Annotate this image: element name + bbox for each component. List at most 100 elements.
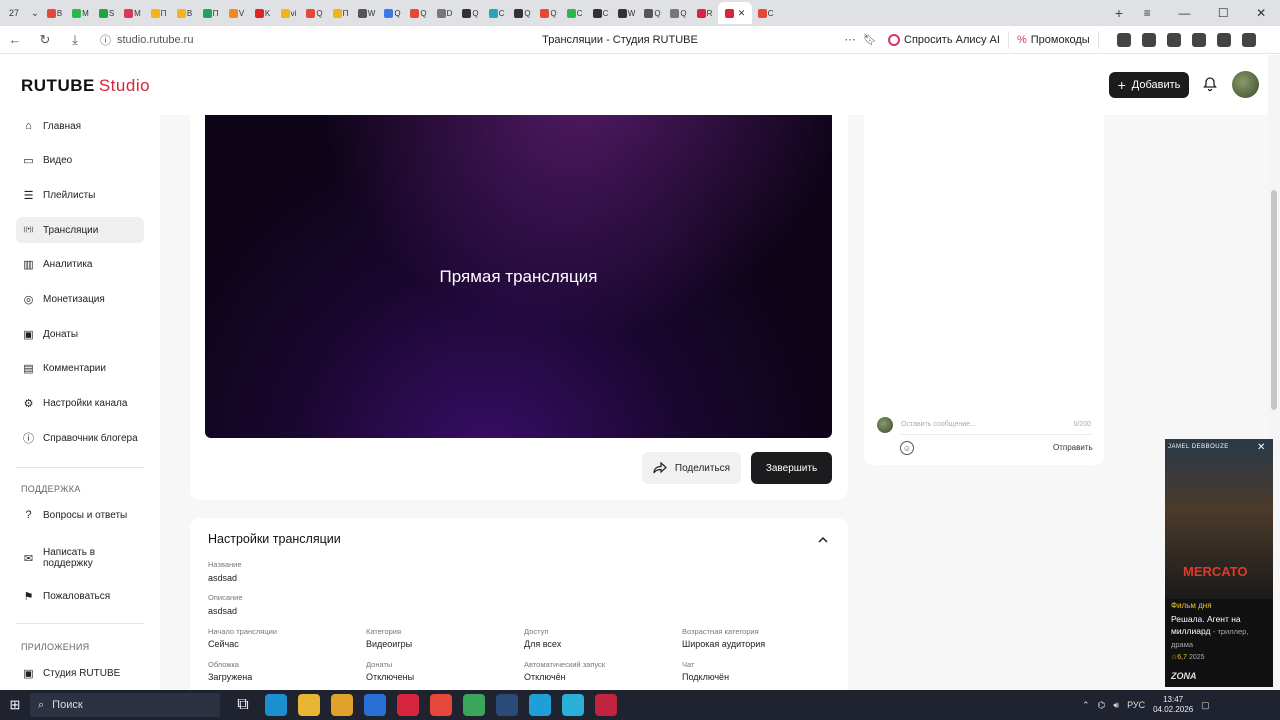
taskbar-search[interactable]: ⌕ Поиск (30, 693, 220, 717)
promo-title-block[interactable]: Решала. Агент на миллиард - триллер, дра… (1171, 613, 1271, 651)
bell-icon[interactable] (1202, 76, 1218, 92)
sidebar-item[interactable]: ▤ Комментарии (16, 356, 144, 382)
sidebar-item[interactable]: ? Вопросы и ответы (16, 502, 144, 528)
promo-widget[interactable]: JAMEL DEBBOUZE ✕ MERCATO Фильм дня Решал… (1165, 439, 1273, 687)
share-button[interactable]: Поделиться (642, 452, 741, 484)
new-tab-button[interactable]: + (1108, 5, 1130, 21)
language-indicator[interactable]: РУС (1127, 700, 1145, 710)
browser-tab[interactable]: W (614, 2, 639, 24)
extension-icon[interactable] (1166, 32, 1181, 47)
edge-icon[interactable] (265, 694, 287, 716)
browser-tab[interactable]: Q (406, 2, 431, 24)
promocodes-button[interactable]: % Промокоды (1009, 30, 1099, 49)
tab-list-icon[interactable]: ≡ (1144, 6, 1151, 20)
opera-icon[interactable] (595, 694, 617, 716)
browser-tab[interactable]: K (250, 2, 275, 24)
chat-message-input[interactable]: Оставить сообщение... 0/200 (899, 415, 1093, 435)
browser-tab[interactable]: Q (380, 2, 405, 24)
sidebar-item[interactable]: ▣ Донаты (16, 321, 144, 347)
minimize-icon[interactable]: — (1178, 6, 1190, 20)
task-view-icon[interactable]: ⧉ (232, 694, 254, 716)
browser-tab[interactable]: C (484, 2, 509, 24)
maximize-icon[interactable]: ☐ (1218, 6, 1229, 20)
app-icon[interactable] (529, 694, 551, 716)
explorer-icon[interactable] (298, 694, 320, 716)
tab-list-chevron-icon[interactable]: ⌄ (28, 8, 42, 19)
sidebar-item[interactable]: ✉ Написать в поддержку (16, 542, 144, 574)
sidebar-item[interactable]: ((•)) Трансляции (16, 217, 144, 244)
steam-icon[interactable] (496, 694, 518, 716)
more-icon[interactable]: ⋯ (840, 33, 860, 46)
emoji-icon[interactable]: ☺ (900, 441, 914, 455)
extension-icon[interactable] (1216, 32, 1231, 47)
yandex-icon[interactable] (430, 694, 452, 716)
browser-tab[interactable]: R (692, 2, 717, 24)
volume-icon[interactable]: 🔊︎ (1113, 700, 1119, 711)
network-icon[interactable]: ⌬ (1098, 700, 1106, 711)
browser-tab[interactable]: vi (276, 2, 301, 24)
browser-tab[interactable]: П (328, 2, 353, 24)
browser-tab[interactable]: C (562, 2, 587, 24)
browser-tab[interactable]: Q (666, 2, 691, 24)
close-icon[interactable]: ✕ (1257, 442, 1265, 453)
browser-tab[interactable]: М (68, 2, 93, 24)
close-window-icon[interactable]: ✕ (1256, 6, 1266, 20)
chrome-icon[interactable] (463, 694, 485, 716)
extension-icon[interactable] (1116, 32, 1131, 47)
browser-tab[interactable]: Q (510, 2, 535, 24)
logo[interactable]: RUTUBE Studio (21, 76, 150, 96)
calculator-icon[interactable] (331, 694, 353, 716)
close-tab-icon[interactable]: ✕ (738, 8, 746, 19)
browser-tab[interactable]: D (432, 2, 457, 24)
windows-start-icon[interactable]: ⊞ (0, 697, 30, 713)
avatar[interactable] (1232, 71, 1259, 98)
clock[interactable]: 13:47 04.02.2026 (1153, 695, 1193, 715)
browser-tab[interactable]: C (588, 2, 613, 24)
extension-icon[interactable] (1141, 32, 1156, 47)
mail-app-icon[interactable] (364, 694, 386, 716)
browser-tab[interactable]: W (354, 2, 379, 24)
sidebar-item[interactable]: ☰ Плейлисты (16, 182, 144, 208)
browser-tab[interactable]: Q (458, 2, 483, 24)
site-info-icon[interactable]: ⓘ (100, 32, 111, 48)
search-app-icon[interactable] (562, 694, 584, 716)
send-button[interactable]: Отправить (1053, 443, 1093, 452)
browser-tab[interactable]: В (172, 2, 197, 24)
browser-tab[interactable]: П (146, 2, 171, 24)
browser-tab[interactable]: V (224, 2, 249, 24)
sidebar-item[interactable]: ⌂ Главная (16, 113, 144, 139)
tab-counter[interactable]: 27 (0, 0, 28, 26)
browser-tab[interactable]: В (42, 2, 67, 24)
downloads-icon[interactable]: ⤓ (60, 32, 90, 48)
url-field[interactable]: ⓘ studio.rutube.ru (100, 32, 400, 48)
browser-tab[interactable]: Q (640, 2, 665, 24)
finish-button[interactable]: Завершить (751, 452, 832, 484)
sidebar-item[interactable]: ⚙ Настройки канала (16, 391, 144, 417)
reload-icon[interactable]: ↻ (30, 32, 60, 48)
notifications-icon[interactable]: ▢ (1201, 700, 1210, 711)
extension-icon[interactable] (1191, 32, 1206, 47)
browser-tab[interactable]: П (198, 2, 223, 24)
add-button[interactable]: + Добавить (1109, 72, 1189, 98)
chevron-up-icon[interactable] (816, 533, 830, 547)
video-player[interactable]: Прямая трансляция (205, 115, 832, 438)
browser-tab[interactable]: C (753, 2, 778, 24)
scrollbar-thumb[interactable] (1271, 190, 1277, 410)
bookmark-icon[interactable]: 🔖︎ (860, 33, 880, 46)
browser-tab[interactable]: М (120, 2, 145, 24)
browser-tab[interactable]: Q (302, 2, 327, 24)
tray-chevron-icon[interactable]: ⌃ (1082, 700, 1090, 711)
ask-alice-button[interactable]: Спросить Алису AI (880, 30, 1009, 49)
sidebar-item[interactable]: ▥ Аналитика (16, 252, 144, 278)
extension-icon[interactable] (1241, 32, 1256, 47)
browser-tab[interactable]: S (94, 2, 119, 24)
back-icon[interactable]: ← (0, 32, 30, 47)
sidebar-item[interactable]: ⓘ Справочник блогера (16, 425, 144, 451)
sidebar-item[interactable]: ◎ Монетизация (16, 287, 144, 313)
browser-tab[interactable]: Q (536, 2, 561, 24)
yandex-browser-icon[interactable] (397, 694, 419, 716)
sidebar-item[interactable]: ▣ Студия RUTUBE (16, 660, 144, 686)
browser-tab-active[interactable]: ✕ (718, 2, 752, 24)
sidebar-item[interactable]: ⚑ Пожаловаться (16, 583, 144, 609)
sidebar-item[interactable]: ▭ Видео (16, 148, 144, 174)
